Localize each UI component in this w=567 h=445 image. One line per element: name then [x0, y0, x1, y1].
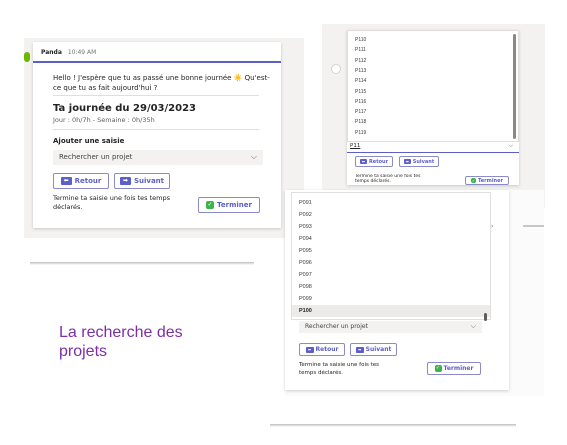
separator-line: [523, 225, 544, 227]
dropdown-option[interactable]: P096: [292, 257, 490, 269]
finish-text: Termine ta saisie une fois tes temps déc…: [53, 194, 170, 211]
greeting-text: Hello ! J'espère que tu as passé une bon…: [53, 74, 270, 92]
dropdown-option[interactable]: P113: [348, 66, 518, 76]
finish-button[interactable]: ✓ Terminer: [427, 362, 481, 375]
arrow-right-icon: ➡: [119, 177, 131, 185]
message-time: 10:49 AM: [67, 49, 97, 56]
bot-avatar-fragment: [24, 52, 30, 62]
finish-text: Termine ta saisie une fois tes temps déc…: [299, 362, 379, 376]
next-button-label: Suivant: [133, 177, 165, 185]
chevron-fragment: ›: [491, 223, 494, 230]
dropdown-option[interactable]: P092: [292, 209, 490, 221]
dropdown-option[interactable]: P095: [292, 245, 490, 257]
back-button[interactable]: ⬅ Retour: [53, 173, 109, 189]
back-button-label: Retour: [74, 177, 102, 185]
project-dropdown-list[interactable]: P110 P111 P112 P113 P114 P115 P116 P117 P118 P119: [347, 30, 519, 142]
check-icon: ✓: [206, 201, 215, 209]
day-stats: Jour : 0h/7h - Semaine : 0h/35h: [53, 116, 155, 124]
dropdown-option[interactable]: P094: [292, 233, 490, 245]
dropdown-option[interactable]: P098: [292, 281, 490, 293]
arrow-right-icon: ➡: [355, 346, 364, 353]
add-entry-label: Ajouter une saisie: [53, 137, 125, 145]
screenshot-shadow: [30, 262, 254, 265]
message-header: Panda 10:49 AM: [41, 49, 96, 56]
project-search-select[interactable]: Rechercher un projet ⌵: [53, 150, 263, 165]
arrow-left-icon: ⬅: [359, 159, 367, 164]
next-button[interactable]: ➡ Suivant: [350, 343, 397, 356]
dropdown-option[interactable]: P116: [348, 97, 518, 107]
arrow-left-icon: ⬅: [60, 177, 72, 185]
screenshot-shadow: [270, 424, 516, 427]
card-panel: P091 P092 P093 P094 P095 P096 P097 P098 P099 P100…: [285, 190, 509, 390]
dropdown-option[interactable]: P119: [348, 128, 518, 138]
dropdown-option[interactable]: P115: [348, 87, 518, 97]
dropdown-option[interactable]: P093: [292, 221, 490, 233]
finish-button[interactable]: ✓ Terminer: [198, 197, 260, 213]
finish-button-label: Terminer: [478, 177, 503, 184]
search-placeholder: Rechercher un projet: [305, 323, 368, 330]
arrow-right-icon: ➡: [403, 159, 411, 164]
dropdown-option[interactable]: P114: [348, 76, 518, 86]
bot-avatar: [331, 64, 341, 74]
finish-text: Termine ta saisie une fois tes temps déc…: [355, 174, 421, 184]
check-icon: ✓: [434, 365, 442, 372]
arrow-left-icon: ⬅: [305, 346, 314, 353]
adaptive-card: Panda 10:49 AM Hello ! J'espère que tu a…: [33, 42, 281, 228]
divider: [53, 129, 259, 130]
dropdown-option[interactable]: P110: [348, 35, 518, 45]
project-dropdown-list[interactable]: P091 P092 P093 P094 P095 P096 P097 P098 P099 P100: [291, 192, 491, 321]
dropdown-option[interactable]: P100: [292, 305, 490, 317]
finish-button-label: Terminer: [217, 201, 252, 209]
check-icon: ✓: [471, 178, 477, 183]
chevron-down-icon: ⌵: [508, 142, 513, 149]
next-button-label: Suivant: [365, 346, 392, 353]
back-button-label: Retour: [315, 346, 339, 353]
next-button[interactable]: ➡ Suivant: [114, 173, 170, 189]
next-button-label: Suivant: [412, 158, 435, 165]
finish-button-label: Terminer: [443, 365, 474, 372]
dropdown-option[interactable]: P117: [348, 107, 518, 117]
scrollbar[interactable]: [513, 34, 516, 139]
search-placeholder: Rechercher un projet: [59, 153, 133, 161]
card-panel: P110 P111 P112 P113 P114 P115 P116 P117 P118 P119…: [347, 30, 519, 185]
caption: La recherche des projets: [59, 324, 183, 360]
day-title: Ta journée du 29/03/2023: [53, 103, 197, 114]
sender-name: Panda: [41, 49, 62, 56]
dropdown-option[interactable]: P112: [348, 56, 518, 66]
project-search-select[interactable]: Rechercher un projet ⌵: [299, 321, 482, 333]
dropdown-option[interactable]: P091: [292, 197, 490, 209]
typed-value: P11: [350, 143, 361, 149]
header-accent-line: [33, 61, 281, 63]
scrollbar[interactable]: [484, 313, 487, 321]
dropdown-option[interactable]: P118: [348, 117, 518, 127]
chevron-down-icon: ⌵: [250, 152, 257, 161]
next-button[interactable]: ➡ Suivant: [399, 156, 439, 167]
project-search-input[interactable]: P11 ⌵: [347, 142, 519, 153]
back-button[interactable]: ⬅ Retour: [299, 343, 345, 356]
divider: [53, 95, 259, 96]
back-button[interactable]: ⬅ Retour: [355, 156, 393, 167]
dropdown-option[interactable]: P099: [292, 293, 490, 305]
finish-button[interactable]: ✓ Terminer: [465, 176, 509, 185]
dropdown-option[interactable]: P111: [348, 45, 518, 55]
dropdown-option[interactable]: P097: [292, 269, 490, 281]
chevron-down-icon: ⌵: [470, 322, 476, 330]
back-button-label: Retour: [368, 158, 389, 165]
